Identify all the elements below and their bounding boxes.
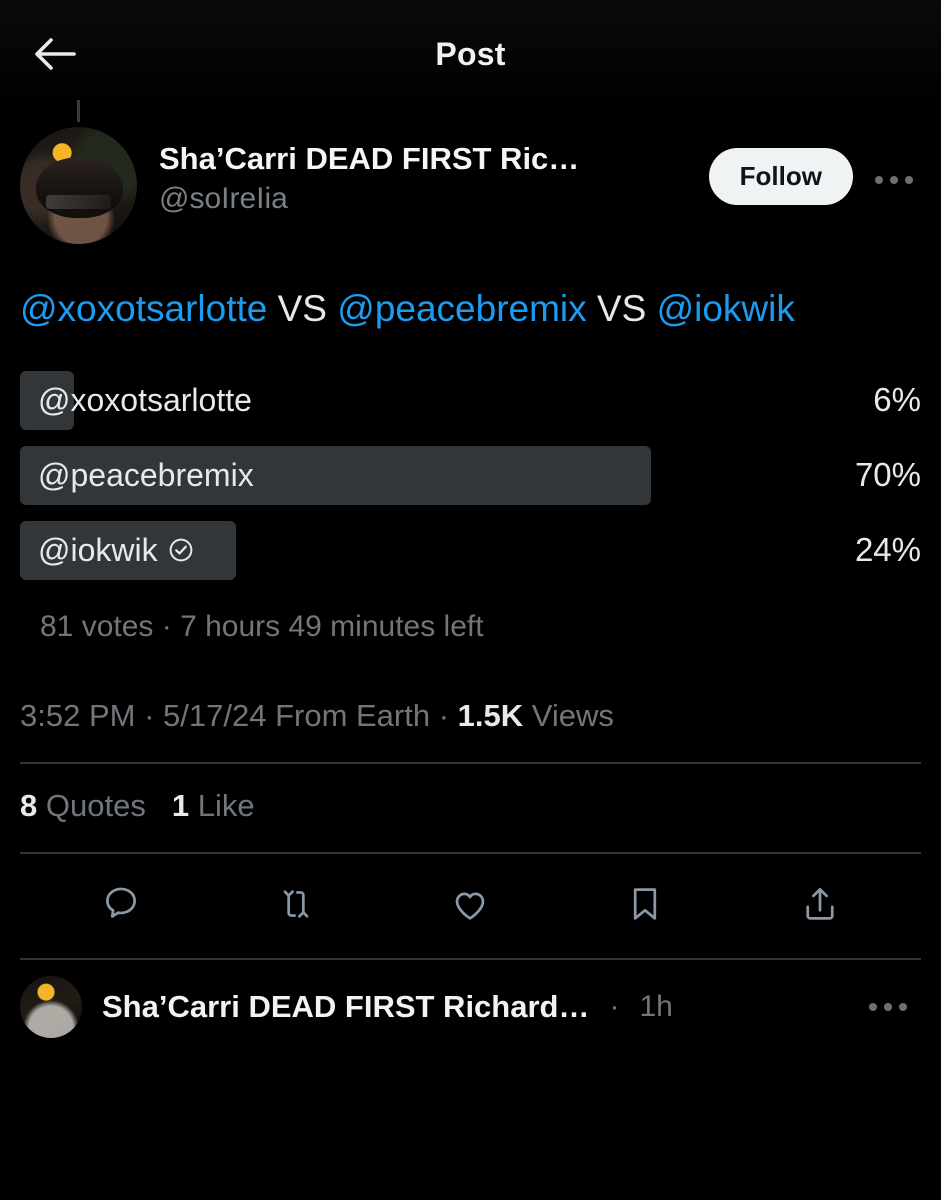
poll-option-percent: 24%	[854, 531, 921, 569]
post-time: 3:52 PM	[20, 697, 136, 733]
follow-button[interactable]: Follow	[708, 148, 853, 205]
like-button[interactable]	[435, 876, 505, 938]
reply-button[interactable]	[86, 876, 156, 938]
post-text-plain: VS	[267, 288, 338, 329]
post-stats: 8 Quotes 1 Like	[0, 764, 941, 824]
poll-option-label: @peacebremix	[38, 456, 254, 493]
avatar[interactable]	[20, 127, 137, 244]
more-dot	[905, 176, 913, 184]
poll-option[interactable]: @xoxotsarlotte 6%	[20, 370, 921, 430]
post-more-options-button[interactable]	[867, 160, 921, 200]
more-dot	[884, 1002, 892, 1011]
poll-option-percent: 70%	[854, 456, 921, 494]
bookmark-button[interactable]	[610, 876, 680, 938]
avatar-detail	[36, 157, 123, 219]
voted-check-icon	[168, 537, 194, 563]
views-count: 1.5K	[457, 697, 524, 733]
poll-option-label: @iokwik	[38, 531, 158, 568]
reply-more-options-button[interactable]	[869, 1002, 921, 1011]
timestamp-separator: ·	[430, 697, 458, 733]
post-author-row: Sha’Carri DEAD FIRST Ric… @soIreIia Foll…	[0, 108, 941, 258]
poll: @xoxotsarlotte 6% @peacebremix 70% @iokw…	[0, 337, 941, 644]
retweet-icon	[275, 883, 317, 930]
poll-option-label-wrap: @iokwik	[20, 532, 194, 569]
timestamp-separator: ·	[135, 697, 164, 733]
reply-separator: ·	[609, 989, 620, 1023]
more-dot	[890, 176, 898, 184]
post-source: From Earth	[266, 697, 431, 733]
more-dot	[875, 176, 883, 184]
back-button[interactable]	[26, 25, 84, 83]
reply-timestamp: 1h	[639, 989, 673, 1023]
mention-link[interactable]: @iokwik	[657, 288, 795, 329]
page-title: Post	[435, 35, 506, 72]
mention-link[interactable]: @peacebremix	[337, 288, 586, 329]
post-date: 5/17/24	[163, 697, 267, 733]
poll-option[interactable]: @peacebremix 70%	[20, 445, 921, 505]
post-text: @xoxotsarlotte VS @peacebremix VS @iokwi…	[0, 258, 941, 337]
share-icon	[799, 883, 841, 930]
post-detail-screen: Post Sha’Carri DEAD FIRST Ric… @soIreIia…	[0, 0, 941, 1200]
app-header: Post	[0, 0, 941, 108]
poll-option-label: @xoxotsarlotte	[38, 381, 252, 418]
reply-author-name: Sha’Carri DEAD FIRST Richard…	[102, 988, 590, 1024]
more-dot	[869, 1002, 877, 1011]
reply-icon	[100, 883, 142, 930]
post-timestamp: 3:52 PM · 5/17/24 From Earth · 1.5K View…	[0, 644, 941, 734]
likes-stat[interactable]: 1 Like	[172, 788, 255, 824]
poll-option-percent: 6%	[873, 381, 921, 419]
post-action-bar	[0, 854, 941, 958]
avatar[interactable]	[20, 975, 82, 1038]
reply-preview-row[interactable]: Sha’Carri DEAD FIRST Richard… · 1h	[0, 960, 941, 1038]
poll-option-label-wrap: @peacebremix	[20, 457, 254, 494]
quotes-label: Quotes	[45, 787, 146, 823]
retweet-button[interactable]	[261, 876, 331, 938]
poll-meta: 81 votes · 7 hours 49 minutes left	[40, 609, 484, 643]
more-dot	[899, 1002, 907, 1011]
views-label: Views	[523, 697, 614, 733]
share-button[interactable]	[785, 876, 855, 938]
mention-link[interactable]: @xoxotsarlotte	[20, 288, 267, 329]
poll-option[interactable]: @iokwik 24%	[20, 520, 921, 580]
post-text-plain: VS	[586, 288, 657, 329]
avatar-detail	[45, 194, 112, 209]
quotes-count: 8	[20, 787, 38, 823]
likes-count: 1	[171, 787, 190, 823]
quotes-stat[interactable]: 8 Quotes	[20, 788, 146, 824]
likes-label: Like	[197, 787, 255, 823]
author-display-name[interactable]: Sha’Carri DEAD FIRST Ric…	[159, 141, 579, 177]
like-icon	[449, 883, 491, 930]
bookmark-icon	[624, 883, 666, 930]
back-arrow-icon	[34, 37, 76, 71]
poll-option-label-wrap: @xoxotsarlotte	[20, 382, 252, 419]
